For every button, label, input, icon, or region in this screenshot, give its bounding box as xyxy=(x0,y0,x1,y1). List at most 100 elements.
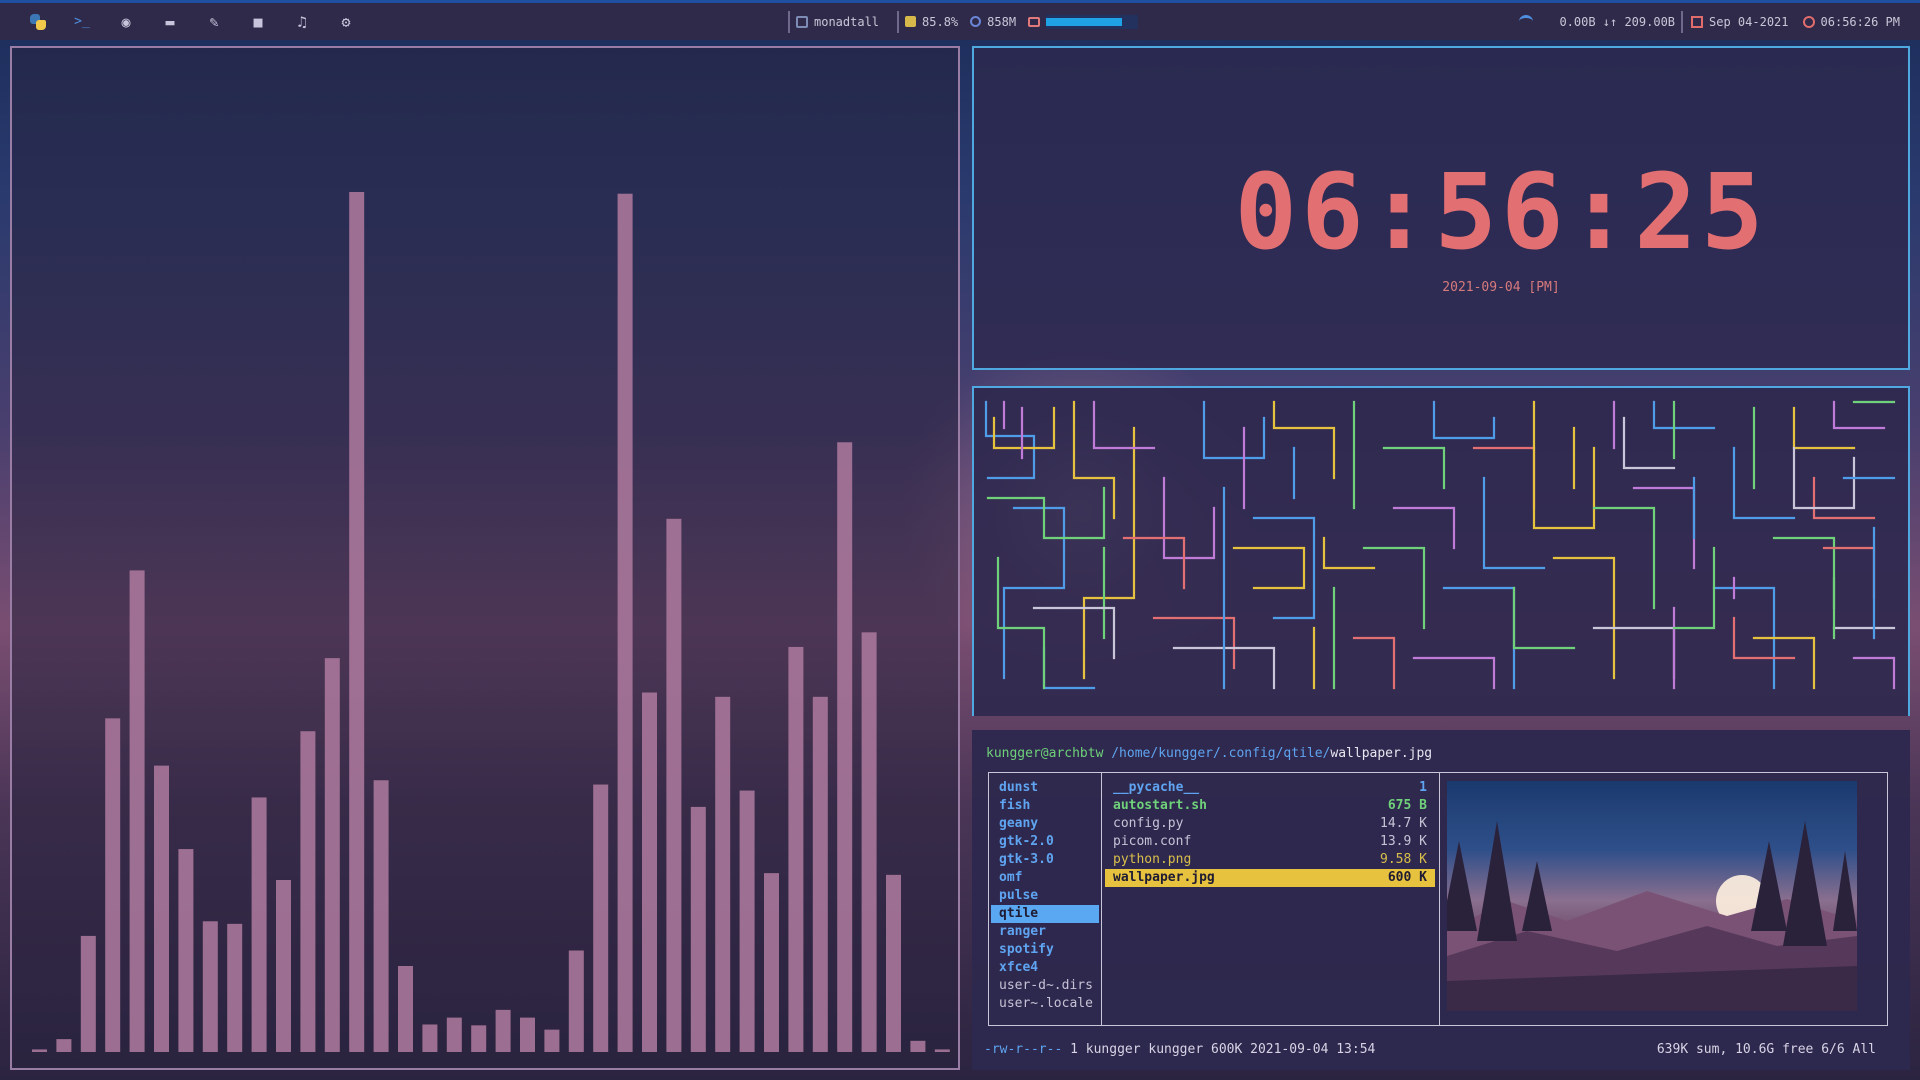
pipes-canvas xyxy=(984,400,1896,690)
visualizer-bar xyxy=(934,1049,950,1052)
visualizer-bar xyxy=(544,1029,560,1052)
list-item[interactable]: xfce4 xyxy=(991,959,1099,977)
list-item[interactable]: fish xyxy=(991,797,1099,815)
visualizer-bar xyxy=(80,935,96,1052)
disk-icon xyxy=(1028,16,1041,27)
file-manager-path-header: kungger@archbtw /home/kungger/.config/qt… xyxy=(986,746,1432,761)
divider xyxy=(788,10,790,33)
firefox-icon[interactable]: ◉ xyxy=(104,11,148,33)
list-item[interactable]: pulse xyxy=(991,887,1099,905)
visualizer-bar xyxy=(642,692,657,1052)
folder-icon[interactable]: ▬ xyxy=(148,11,192,33)
disk-widget xyxy=(1028,14,1139,29)
file-row[interactable]: autostart.sh 675 B xyxy=(1105,797,1435,815)
list-item[interactable]: user-d~.dirs xyxy=(991,977,1099,995)
visualizer-bar xyxy=(886,874,901,1052)
memory-widget: 85.8% xyxy=(905,15,958,29)
visualizer-bar xyxy=(178,849,194,1052)
visualizer-bar xyxy=(666,518,682,1052)
disk-usage-fill xyxy=(1046,17,1122,26)
network-speed: 0.00B ↓↑ 209.00B xyxy=(1559,14,1676,29)
visualizer-bar xyxy=(861,632,877,1052)
system-widgets: monadtall 85.8% 858M xyxy=(782,3,1150,40)
list-item[interactable]: gtk-3.0 xyxy=(991,851,1099,869)
wallpaper-thumbnail xyxy=(1447,821,1857,1011)
file-row-selected[interactable]: wallpaper.jpg 600 K xyxy=(1105,869,1435,887)
visualizer-bar xyxy=(568,950,584,1052)
file-row[interactable]: __pycache__ 1 xyxy=(1105,779,1435,797)
cpu-icon xyxy=(970,16,982,27)
visualizer-bar xyxy=(324,658,340,1052)
video-icon[interactable]: ■ xyxy=(236,11,280,33)
column-divider xyxy=(1439,773,1440,1025)
visualizer-bar xyxy=(617,193,633,1053)
list-item[interactable]: spotify xyxy=(991,941,1099,959)
file-name: python.png xyxy=(1113,852,1192,867)
file-name: wallpaper.jpg xyxy=(1113,870,1215,885)
file-size: 13.9 K xyxy=(1380,834,1427,849)
layout-name: monadtall xyxy=(814,14,880,29)
current-directory-column: __pycache__ 1 autostart.sh 675 B config.… xyxy=(1105,779,1435,887)
file-size: 600 K xyxy=(1387,870,1427,885)
parent-directory-column: dunst fish geany gtk-2.0 gtk-3.0 omf pul… xyxy=(991,779,1099,1013)
visualizer-canvas xyxy=(32,192,950,1053)
file-row[interactable]: picom.conf 13.9 K xyxy=(1105,833,1435,851)
file-info: 1 kungger kungger 600K 2021-09-04 13:54 xyxy=(1070,1042,1376,1057)
file-row[interactable]: config.py 14.7 K xyxy=(1105,815,1435,833)
audio-visualizer-window[interactable] xyxy=(10,46,960,1070)
terminal-icon[interactable]: >_ xyxy=(60,11,104,33)
visualizer-bar xyxy=(837,442,853,1052)
visualizer-bar xyxy=(398,966,413,1052)
list-item-selected[interactable]: qtile xyxy=(991,905,1099,923)
file-row[interactable]: python.png 9.58 K xyxy=(1105,851,1435,869)
list-item[interactable]: gtk-2.0 xyxy=(991,833,1099,851)
visualizer-bar xyxy=(105,718,121,1052)
file-manager-columns: dunst fish geany gtk-2.0 gtk-3.0 omf pul… xyxy=(988,772,1888,1026)
visualizer-bar xyxy=(154,765,169,1052)
pipes-window[interactable] xyxy=(972,386,1910,716)
list-item[interactable]: geany xyxy=(991,815,1099,833)
visualizer-bar xyxy=(446,1017,462,1052)
visualizer-bar xyxy=(812,696,828,1052)
big-clock-date: 2021-09-04 [PM] xyxy=(1442,280,1560,295)
clock-icon xyxy=(1802,15,1815,28)
visualizer-bar xyxy=(373,780,389,1052)
file-status-line: -rw-r--r-- 1 kungger kungger 600K 2021-0… xyxy=(984,1042,1375,1057)
layout-icon xyxy=(796,15,808,28)
disk-usage-bar xyxy=(1046,14,1139,29)
visualizer-bar xyxy=(422,1024,438,1052)
editor-icon[interactable]: ✎ xyxy=(192,11,236,33)
app-launcher: >_ ◉ ▬ ✎ ■ ♫ ⚙ xyxy=(0,11,368,33)
layout-widget[interactable]: monadtall xyxy=(796,15,879,29)
visualizer-bar xyxy=(690,806,706,1052)
top-bar: >_ ◉ ▬ ✎ ■ ♫ ⚙ monadtall 85.8% 858M 0.00… xyxy=(0,0,1920,40)
visualizer-bar xyxy=(129,570,145,1052)
image-preview xyxy=(1447,781,1857,1011)
current-file: wallpaper.jpg xyxy=(1330,746,1433,761)
visualizer-bar xyxy=(471,1025,487,1052)
file-size: 14.7 K xyxy=(1380,816,1427,831)
music-icon[interactable]: ♫ xyxy=(280,11,324,33)
big-clock-time: 06:56:25 xyxy=(1234,151,1768,273)
visualizer-bar xyxy=(56,1039,72,1052)
file-permissions: -rw-r--r-- xyxy=(984,1042,1063,1057)
list-item[interactable]: ranger xyxy=(991,923,1099,941)
visualizer-bar xyxy=(227,923,243,1052)
file-size: 675 B xyxy=(1387,798,1427,813)
settings-icon[interactable]: ⚙ xyxy=(324,11,368,33)
column-divider xyxy=(1101,773,1102,1025)
file-manager-window[interactable]: kungger@archbtw /home/kungger/.config/qt… xyxy=(972,730,1910,1070)
python-logo-icon[interactable] xyxy=(16,11,60,33)
clock-widget: 06:56:26 PM xyxy=(1802,14,1900,29)
clock-window[interactable]: 06:56:25 2021-09-04 [PM] xyxy=(972,46,1910,370)
time-text: 06:56:26 PM xyxy=(1820,14,1900,29)
visualizer-bar xyxy=(300,731,316,1052)
list-item[interactable]: omf xyxy=(991,869,1099,887)
visualizer-bar xyxy=(593,784,609,1052)
visualizer-bar xyxy=(715,696,731,1052)
visualizer-bar xyxy=(276,880,291,1052)
list-item[interactable]: dunst xyxy=(991,779,1099,797)
visualizer-bar xyxy=(202,921,218,1052)
list-item[interactable]: user~.locale xyxy=(991,995,1099,1013)
visualizer-bar xyxy=(495,1009,511,1052)
